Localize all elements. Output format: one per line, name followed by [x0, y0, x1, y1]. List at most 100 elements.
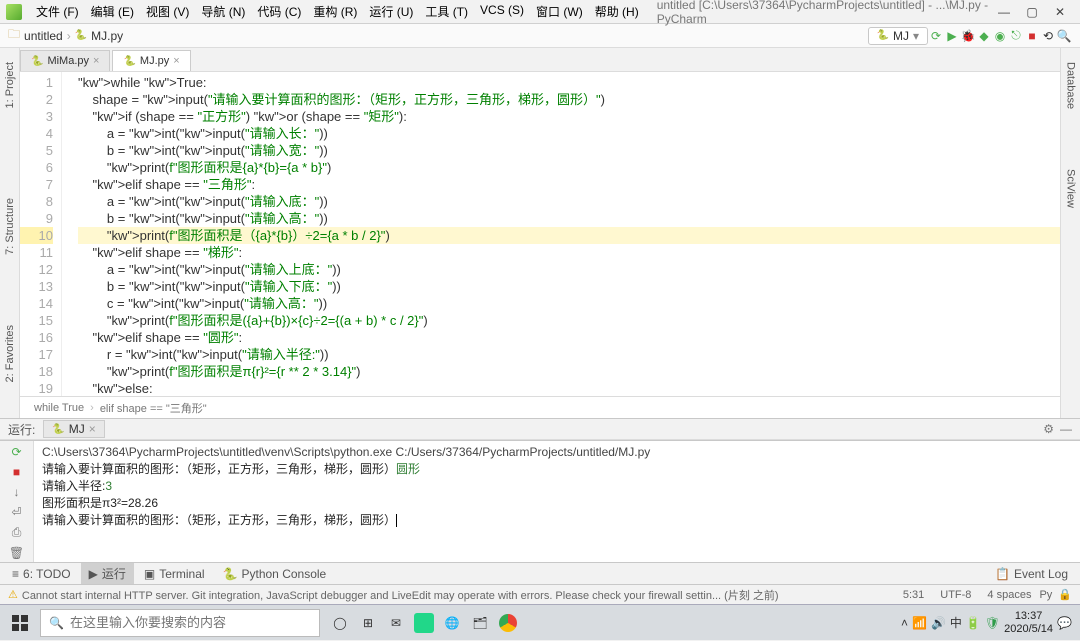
notifications-icon[interactable]: 💬 — [1057, 616, 1072, 630]
search-icon: 🔍 — [49, 616, 64, 630]
windows-taskbar: 🔍 ◯ ⊞ ✉ 🌐 🗂 ˄ 📶 🔊 中 🔋 🛡 13:372020/5/14 💬 — [0, 604, 1080, 640]
run-toolwindow-button[interactable]: ▶ 运行 — [81, 563, 134, 584]
warning-icon: ⚠ — [8, 588, 18, 601]
menu-item[interactable]: 运行 (U) — [363, 1, 419, 22]
line-gutter[interactable]: 12345678910111213141516171819 — [20, 72, 62, 396]
debug-icon[interactable]: 🐞 — [960, 28, 976, 44]
caret-position[interactable]: 5:31 — [903, 589, 924, 601]
chevron-right-icon: › — [67, 29, 71, 43]
start-button[interactable] — [0, 605, 40, 641]
close-icon[interactable]: × — [89, 422, 96, 436]
menu-item[interactable]: 代码 (C) — [251, 1, 307, 22]
explorer-icon[interactable]: 🗂 — [466, 609, 494, 637]
code-breadcrumb[interactable]: while True›elif shape == "三角形" — [20, 396, 1060, 418]
build-icon[interactable]: ⟳ — [928, 28, 944, 44]
terminal-toolwindow-button[interactable]: ▣ Terminal — [136, 565, 213, 583]
run-config-name: MJ — [893, 29, 909, 43]
rerun-icon[interactable]: ⟳ — [11, 445, 21, 459]
menu-bar: 文件 (F)编辑 (E)视图 (V)导航 (N)代码 (C)重构 (R)运行 (… — [0, 0, 1080, 24]
breadcrumb-root[interactable]: untitled — [24, 29, 63, 43]
tab-mj[interactable]: 🐍MJ.py× — [112, 50, 190, 71]
settings-icon[interactable]: ⚙ — [1043, 422, 1054, 436]
right-tool-strip: Database SciView — [1060, 48, 1080, 418]
python-file-icon: 🐍 — [75, 30, 87, 41]
volume-icon[interactable]: 🔊 — [931, 616, 946, 630]
search-everywhere-icon[interactable]: 🔍 — [1056, 28, 1072, 44]
minimize-button[interactable]: — — [990, 5, 1018, 19]
menu-item[interactable]: 文件 (F) — [30, 1, 85, 22]
status-bar: ⚠ Cannot start internal HTTP server. Git … — [0, 584, 1080, 604]
todo-toolwindow-button[interactable]: ≡ 6: TODO — [4, 565, 79, 583]
run-icon[interactable]: ▶ — [944, 28, 960, 44]
coverage-icon[interactable]: ◆ — [976, 28, 992, 44]
run-output[interactable]: C:\Users\37364\PycharmProjects\untitled\… — [34, 441, 1080, 562]
cortana-icon[interactable]: ◯ — [326, 609, 354, 637]
task-view-icon[interactable]: ⊞ — [354, 609, 382, 637]
window-title: untitled [C:\Users\37364\PycharmProjects… — [645, 0, 990, 26]
menu-item[interactable]: 工具 (T) — [419, 1, 474, 22]
python-interpreter[interactable]: Py — [1039, 589, 1052, 601]
ie-icon[interactable]: 🌐 — [438, 609, 466, 637]
pycharm-taskbar-icon[interactable] — [410, 609, 438, 637]
close-button[interactable]: ✕ — [1046, 5, 1074, 19]
menu-item[interactable]: 编辑 (E) — [85, 1, 140, 22]
run-config-selector[interactable]: 🐍 MJ ▾ — [868, 27, 928, 45]
chevron-down-icon: ▾ — [913, 29, 919, 43]
run-side-toolbar: ⟳ ■ ↓ ⏎ ⎙ 🗑 — [0, 441, 34, 562]
python-file-icon: 🐍 — [31, 56, 43, 67]
python-icon: 🐍 — [877, 30, 889, 41]
indent-info[interactable]: 4 spaces — [987, 589, 1031, 601]
run-toolwindow: ⟳ ■ ↓ ⏎ ⎙ 🗑 C:\Users\37364\PycharmProjec… — [0, 440, 1080, 562]
taskbar-clock[interactable]: 13:372020/5/14 — [1004, 610, 1053, 634]
menu-item[interactable]: 帮助 (H) — [589, 1, 645, 22]
close-tab-icon[interactable]: × — [173, 55, 179, 67]
database-toolwindow-button[interactable]: Database — [1065, 62, 1077, 109]
windows-search[interactable]: 🔍 — [40, 609, 320, 637]
close-tab-icon[interactable]: × — [93, 55, 99, 67]
breadcrumb[interactable]: 🗀 untitled › 🐍 MJ.py — [8, 25, 123, 46]
file-encoding[interactable]: UTF-8 — [940, 589, 971, 601]
run-tab[interactable]: 🐍MJ× — [43, 420, 104, 438]
code-editor[interactable]: "kw">while "kw">True: shape = "kw">input… — [62, 72, 1060, 396]
stop-icon[interactable]: ■ — [1024, 28, 1040, 44]
print-icon[interactable]: ⎙ — [12, 525, 22, 540]
ime-icon[interactable]: 中 — [950, 614, 962, 631]
mail-icon[interactable]: ✉ — [382, 609, 410, 637]
sciview-toolwindow-button[interactable]: SciView — [1065, 169, 1077, 208]
security-icon[interactable]: 🛡 — [985, 616, 1000, 630]
menu-item[interactable]: 导航 (N) — [195, 1, 251, 22]
stop-icon[interactable]: ■ — [13, 465, 20, 479]
tab-mima[interactable]: 🐍MiMa.py× — [20, 50, 110, 71]
python-icon: 🐍 — [52, 424, 64, 435]
system-tray[interactable]: ˄ 📶 🔊 中 🔋 🛡 13:372020/5/14 💬 — [901, 610, 1080, 634]
wifi-icon[interactable]: 📶 — [912, 616, 927, 630]
project-toolwindow-button[interactable]: 1: Project — [4, 62, 16, 108]
favorites-toolwindow-button[interactable]: 2: Favorites — [4, 325, 16, 382]
minimize-panel-icon[interactable]: — — [1060, 422, 1072, 436]
lock-icon[interactable]: 🔒 — [1058, 588, 1072, 601]
chrome-icon[interactable] — [494, 609, 522, 637]
python-console-button[interactable]: 🐍 Python Console — [215, 565, 335, 583]
trash-icon[interactable]: 🗑 — [9, 546, 24, 560]
run-label: 运行: — [8, 421, 35, 438]
maximize-button[interactable]: ▢ — [1018, 5, 1046, 19]
breadcrumb-file[interactable]: MJ.py — [91, 29, 123, 43]
update-icon[interactable]: ⟲ — [1040, 28, 1056, 44]
search-input[interactable] — [70, 615, 311, 630]
battery-icon[interactable]: 🔋 — [966, 616, 981, 630]
down-icon[interactable]: ↓ — [14, 485, 20, 499]
event-log-button[interactable]: 📋 Event Log — [987, 565, 1076, 583]
attach-icon[interactable]: ⎋ — [1008, 28, 1024, 44]
profile-icon[interactable]: ◉ — [992, 28, 1008, 44]
menu-item[interactable]: 窗口 (W) — [530, 1, 589, 22]
menu-item[interactable]: 视图 (V) — [140, 1, 195, 22]
menu-item[interactable]: VCS (S) — [474, 1, 530, 22]
status-message[interactable]: Cannot start internal HTTP server. Git i… — [22, 587, 779, 603]
run-toolwindow-header: 运行: 🐍MJ× ⚙ — — [0, 418, 1080, 440]
menu-item[interactable]: 重构 (R) — [307, 1, 363, 22]
structure-toolwindow-button[interactable]: 7: Structure — [4, 198, 16, 255]
python-file-icon: 🐍 — [123, 56, 135, 67]
tray-chevron-icon[interactable]: ˄ — [901, 616, 908, 630]
wrap-icon[interactable]: ⏎ — [11, 505, 21, 519]
app-logo — [6, 4, 22, 20]
